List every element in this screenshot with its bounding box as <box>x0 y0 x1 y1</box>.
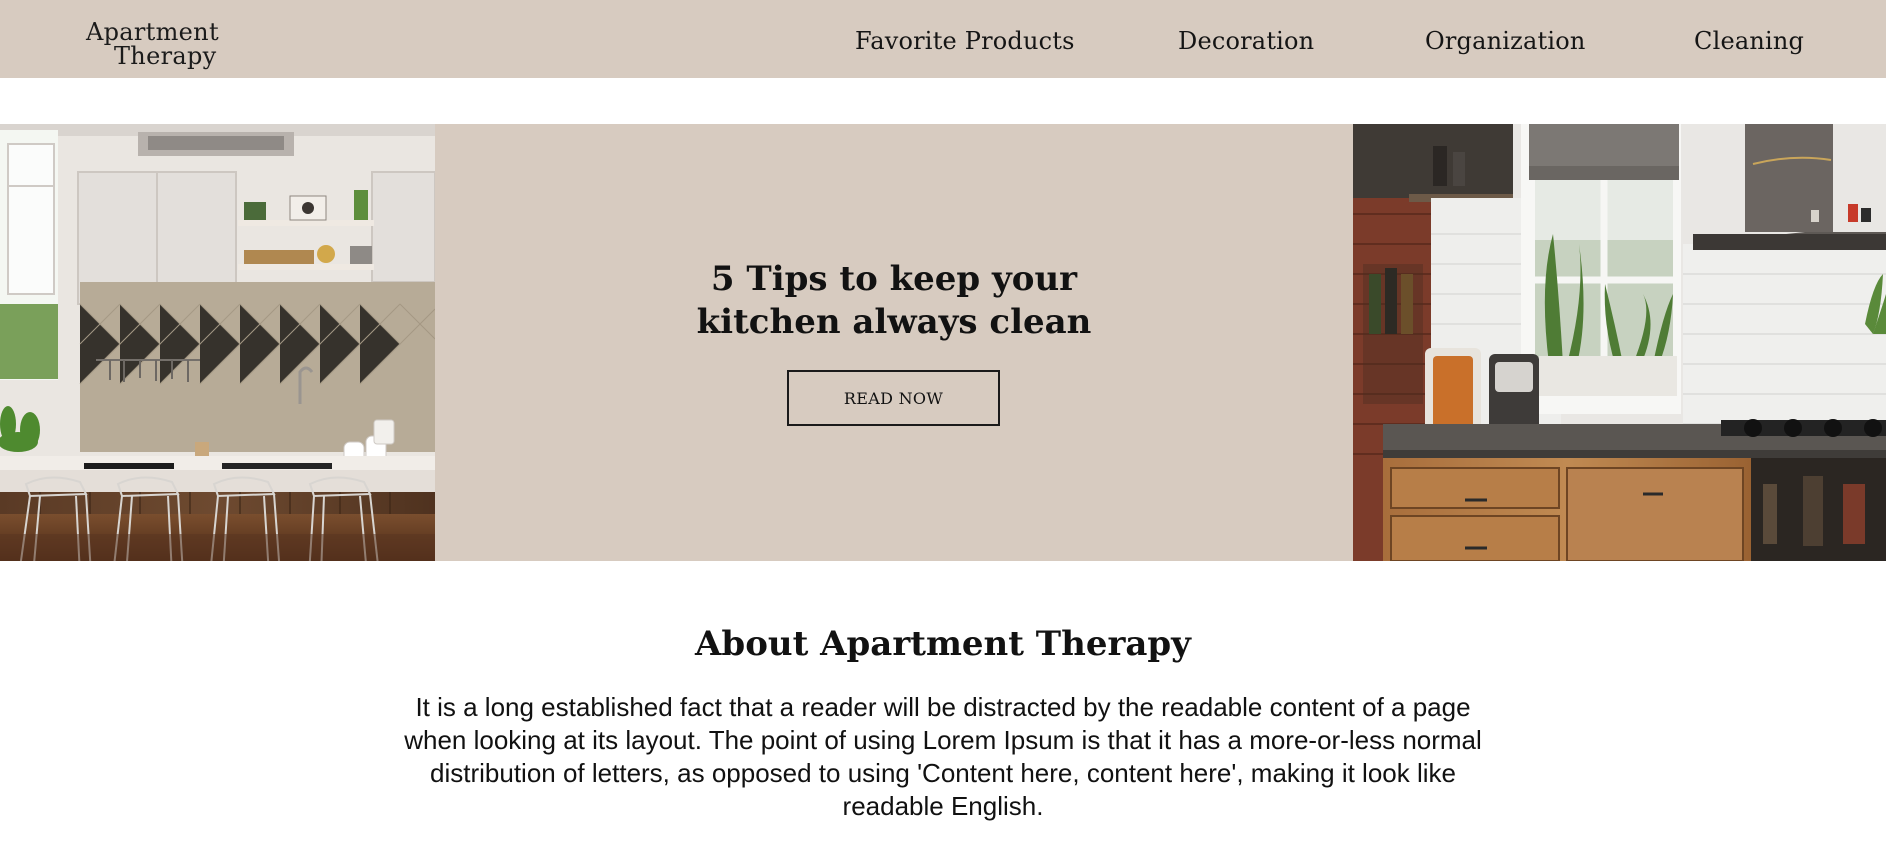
logo-line-1: Apartment <box>86 18 219 46</box>
kitchen-island-photo <box>0 124 435 561</box>
site-logo[interactable]: Apartment Therapy <box>86 20 226 68</box>
kitchen-window-photo <box>1353 124 1886 561</box>
about-text: It is a long established fact that a rea… <box>404 692 1482 821</box>
about-title: About Apartment Therapy <box>695 624 1191 664</box>
nav-cleaning[interactable]: Cleaning <box>1694 26 1804 56</box>
hero-title-line-1: 5 Tips to keep your <box>710 259 1078 299</box>
nav-decoration[interactable]: Decoration <box>1178 26 1314 56</box>
read-now-button[interactable]: READ NOW <box>787 370 1000 426</box>
hero-section: 5 Tips to keep your kitchen always clean… <box>0 124 1886 561</box>
nav-favorite-products[interactable]: Favorite Products <box>855 26 1075 56</box>
top-header: Apartment Therapy Favorite Products Deco… <box>0 0 1886 78</box>
logo-line-2: Therapy <box>114 42 217 70</box>
hero-content-panel: 5 Tips to keep your kitchen always clean… <box>435 124 1353 561</box>
hero-title: 5 Tips to keep your kitchen always clean <box>435 258 1353 344</box>
hero-title-line-2: kitchen always clean <box>696 302 1092 342</box>
nav-organization[interactable]: Organization <box>1425 26 1586 56</box>
